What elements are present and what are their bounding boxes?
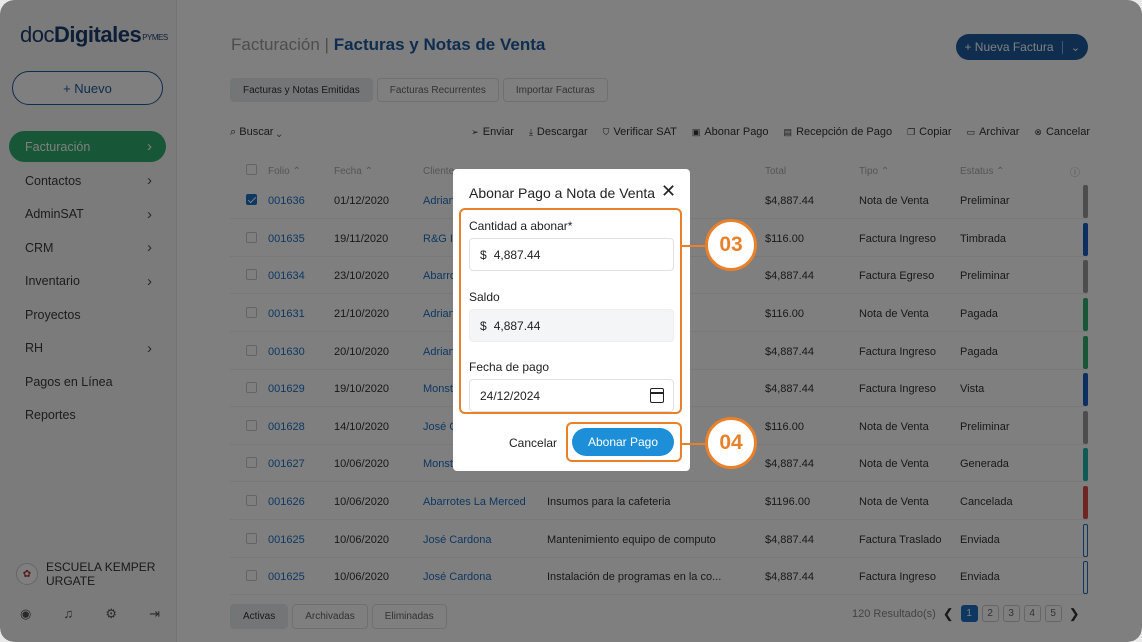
submit-highlight bbox=[566, 422, 682, 462]
app-window: docDigitalesPYMES + Nuevo Facturación›Co… bbox=[0, 0, 1142, 642]
modal-title: Abonar Pago a Nota de Venta bbox=[469, 185, 656, 201]
step-badge-04: 04 bbox=[705, 417, 757, 469]
cancel-button[interactable]: Cancelar bbox=[509, 436, 557, 450]
step-badge-03: 03 bbox=[705, 219, 757, 271]
callout-connector-04 bbox=[682, 443, 706, 445]
fields-highlight bbox=[459, 208, 682, 414]
callout-connector-03 bbox=[682, 245, 706, 247]
close-icon[interactable]: ✕ bbox=[661, 181, 676, 202]
